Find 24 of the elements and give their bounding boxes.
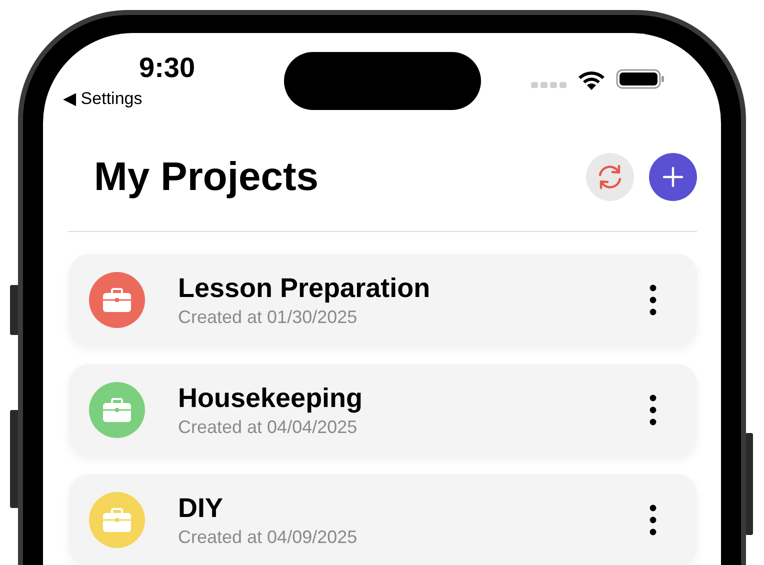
more-icon (649, 284, 657, 316)
project-name: Lesson Preparation (178, 272, 430, 304)
more-icon (649, 504, 657, 536)
project-name: Housekeeping (178, 382, 363, 414)
created-date: Created at 01/30/2025 (178, 306, 358, 328)
back-link[interactable]: ◀ Settings (63, 89, 142, 109)
refresh-button[interactable] (586, 153, 634, 201)
project-card[interactable]: DIY Created at 04/09/2025 (69, 474, 697, 565)
briefcase-icon (102, 287, 132, 313)
plus-icon (663, 167, 683, 187)
page-title: My Projects (94, 154, 319, 200)
created-date: Created at 04/09/2025 (178, 526, 358, 548)
briefcase-icon (102, 397, 132, 423)
signal-icon (531, 81, 567, 89)
add-button[interactable] (649, 153, 697, 201)
briefcase-icon (102, 507, 132, 533)
status-time: 9:30 (139, 52, 196, 84)
wifi-icon (578, 68, 605, 90)
project-name: DIY (178, 492, 224, 524)
more-icon (649, 394, 657, 426)
battery-icon (616, 69, 665, 89)
project-card[interactable]: Lesson Preparation Created at 01/30/2025 (69, 254, 697, 346)
project-card[interactable]: Housekeeping Created at 04/04/2025 (69, 364, 697, 456)
created-date: Created at 04/04/2025 (178, 416, 358, 438)
